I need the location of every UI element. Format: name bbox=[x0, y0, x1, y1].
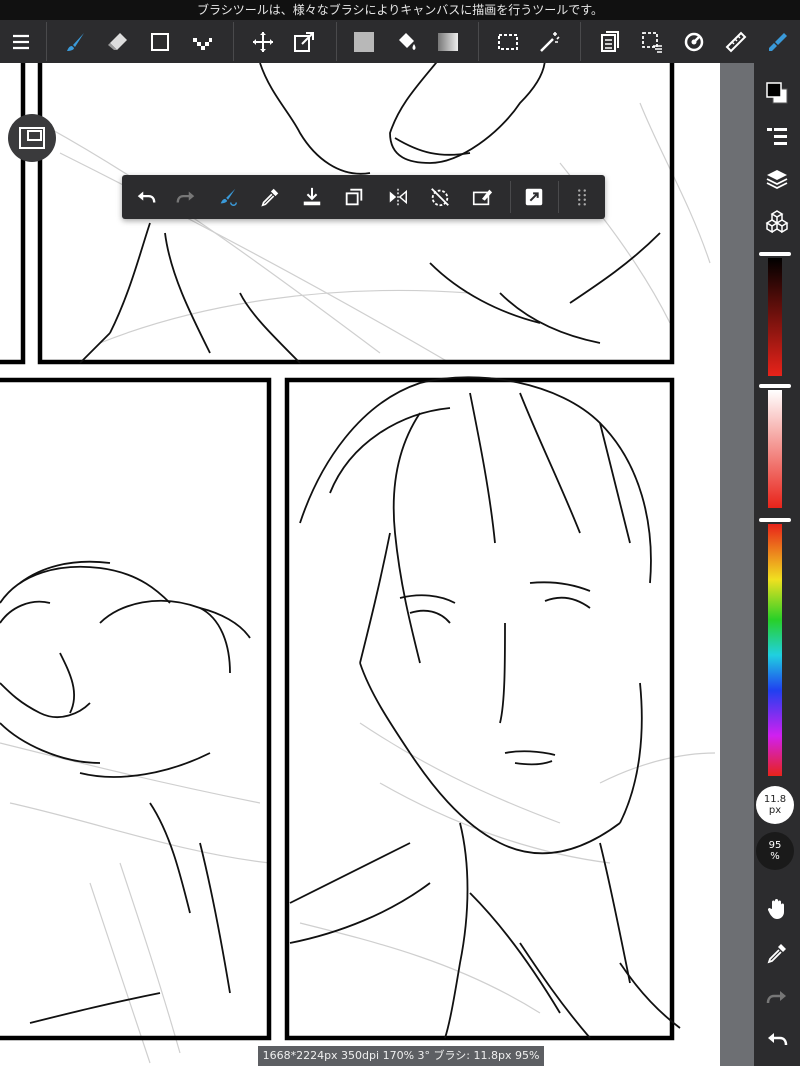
brush-size-value: 11.8 bbox=[763, 794, 787, 805]
fill-icon[interactable] bbox=[520, 183, 548, 211]
saturation-slider-handle[interactable] bbox=[759, 384, 791, 388]
brush-size-button[interactable]: 11.8 px bbox=[756, 786, 794, 824]
tool-hint-bar: ブラシツールは、様々なブラシによりキャンバスに描画を行うツールです。 bbox=[0, 0, 800, 20]
undo-side-icon[interactable] bbox=[761, 1023, 793, 1055]
dot-brush-icon[interactable] bbox=[186, 26, 218, 58]
layers-icon[interactable] bbox=[761, 163, 793, 195]
bucket-icon[interactable] bbox=[390, 26, 422, 58]
brush-quick-icon[interactable] bbox=[214, 183, 242, 211]
materials-icon[interactable] bbox=[761, 205, 793, 237]
toolbar-divider bbox=[336, 22, 337, 61]
grip-icon[interactable] bbox=[568, 183, 596, 211]
undo-icon[interactable] bbox=[132, 183, 160, 211]
rotate-icon[interactable] bbox=[426, 183, 454, 211]
quickbar-divider bbox=[510, 181, 511, 213]
opacity-value: 95 bbox=[768, 840, 782, 851]
move-icon[interactable] bbox=[247, 26, 279, 58]
medibang-app: ブラシツールは、様々なブラシによりキャンバスに描画を行うツールです。 11.8 … bbox=[0, 0, 800, 1066]
toolbar-divider bbox=[46, 22, 47, 61]
flip-icon[interactable] bbox=[384, 183, 412, 211]
fill-color-icon[interactable] bbox=[348, 26, 380, 58]
brush-icon[interactable] bbox=[60, 26, 92, 58]
toolbar-divider bbox=[233, 22, 234, 61]
opacity-unit: % bbox=[770, 851, 780, 862]
canvas-status-bar: 1668*2224px 350dpi 170% 3° ブラシ: 11.8px 9… bbox=[258, 1046, 544, 1066]
hue-slider-handle[interactable] bbox=[759, 518, 791, 522]
saturation-slider[interactable] bbox=[768, 390, 782, 508]
pages-icon[interactable] bbox=[594, 26, 626, 58]
eraser-icon[interactable] bbox=[102, 26, 134, 58]
navigator-button[interactable] bbox=[8, 114, 56, 162]
tool-hint-text: ブラシツールは、様々なブラシによりキャンバスに描画を行うツールです。 bbox=[196, 3, 604, 17]
transform-icon[interactable] bbox=[288, 26, 320, 58]
rectangle-shape-icon[interactable] bbox=[144, 26, 176, 58]
gradient-icon[interactable] bbox=[432, 26, 464, 58]
canvas-gutter bbox=[720, 63, 754, 1066]
ruler-icon[interactable] bbox=[720, 26, 752, 58]
save-icon[interactable] bbox=[298, 183, 326, 211]
menu-icon[interactable] bbox=[5, 26, 37, 58]
color-swatch-icon[interactable] bbox=[761, 77, 793, 109]
redo-side-icon[interactable] bbox=[761, 981, 793, 1013]
marquee-selection-icon[interactable] bbox=[492, 26, 524, 58]
select-layer-icon[interactable] bbox=[636, 26, 668, 58]
magic-wand-icon[interactable] bbox=[534, 26, 566, 58]
hue-slider[interactable] bbox=[768, 524, 782, 776]
hand-icon[interactable] bbox=[761, 893, 793, 925]
quickbar-divider bbox=[558, 181, 559, 213]
main-toolbar bbox=[0, 20, 800, 63]
snap-icon[interactable] bbox=[678, 26, 710, 58]
copy-icon[interactable] bbox=[340, 183, 368, 211]
brightness-slider[interactable] bbox=[768, 258, 782, 376]
layer-list-icon[interactable] bbox=[761, 121, 793, 153]
opacity-button[interactable]: 95 % bbox=[756, 832, 794, 870]
navigator-icon bbox=[19, 127, 45, 149]
quick-access-bar bbox=[122, 175, 605, 219]
toolbar-divider bbox=[478, 22, 479, 61]
status-text: 1668*2224px 350dpi 170% 3° ブラシ: 11.8px 9… bbox=[262, 1049, 540, 1062]
brush-size-unit: px bbox=[768, 805, 782, 816]
eyedropper-icon[interactable] bbox=[256, 183, 284, 211]
brightness-slider-handle[interactable] bbox=[759, 252, 791, 256]
pen-settings-icon[interactable] bbox=[762, 26, 794, 58]
clear-icon[interactable] bbox=[468, 183, 496, 211]
eyedropper-side-icon[interactable] bbox=[761, 937, 793, 969]
redo-icon[interactable] bbox=[172, 183, 200, 211]
toolbar-divider bbox=[580, 22, 581, 61]
